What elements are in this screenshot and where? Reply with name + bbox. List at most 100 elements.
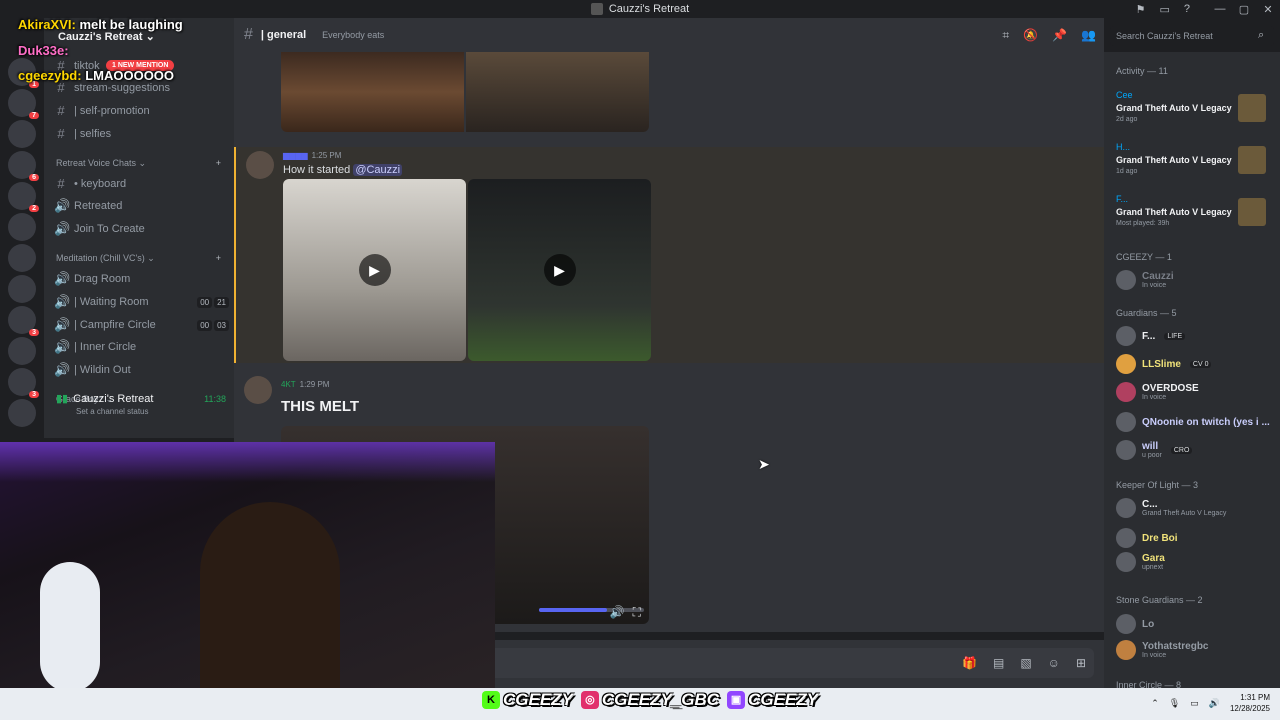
channel-campfire-circle[interactable]: 🔊 | Campfire Circle 00 03 [54,317,229,333]
activity-card[interactable]: Cee Grand Theft Auto V Legacy 2d ago [1112,90,1272,136]
activity-card[interactable]: F... Grand Theft Auto V Legacy Most play… [1112,194,1272,240]
chevron-up-icon[interactable]: ⌃ [1151,698,1159,709]
server-icon[interactable]: 2 [8,182,39,212]
speaker-icon: 🔊 [54,294,71,309]
avatar[interactable] [246,151,274,179]
social-handles: K CGEEZY ◎ CGEEZY_GBC ▣ CGEEZY [482,690,818,710]
play-icon[interactable]: ▶ [543,254,576,286]
close-button[interactable]: ✕ [1256,3,1280,16]
member[interactable]: Gara upnext [1116,552,1276,572]
author-name[interactable]: 4KT [281,380,296,389]
display-icon[interactable]: ▭ [1190,698,1199,709]
member-list-icon[interactable]: 👥 [1081,28,1096,43]
server-icon [590,3,603,15]
chat-line: Duk33e: [18,43,69,58]
member[interactable]: F... LIFE [1116,326,1276,346]
channel-status[interactable]: Set a channel status [76,407,226,416]
member[interactable]: will u poor CRO [1116,440,1276,460]
window-controls: — ▢ ✕ [1208,0,1280,18]
search-input[interactable] [1110,26,1274,46]
member[interactable]: Dre Boi [1116,528,1276,548]
member[interactable]: LLSlime CV 0 [1116,354,1276,374]
image-attachment[interactable] [281,52,649,132]
author-name[interactable]: ▆▆▆▆ [283,151,308,160]
role-header: CGEEZY — 1 [1116,252,1172,262]
role-header: Keeper Of Light — 3 [1116,480,1199,490]
channel-wildin-out[interactable]: 🔊 | Wildin Out [54,362,229,378]
image[interactable] [466,52,649,132]
screen-icon[interactable]: ▭ [1159,3,1169,16]
chat-line: cgeezybd: LMAOOOOOO [18,68,175,83]
system-tray: ⌃ 🎙 ▭ 🔊 1:31 PM 12/28/2025 [1151,692,1270,714]
notification-bell-icon[interactable]: 🔕 [1023,28,1038,43]
speaker-icon[interactable]: 🔊 [1209,698,1220,709]
threads-icon[interactable]: ⌗ [1002,28,1009,43]
gif-icon[interactable]: ▤ [993,656,1004,670]
activity-card[interactable]: H... Grand Theft Auto V Legacy 1d ago [1112,142,1272,188]
user-mention[interactable]: @Cauzzi [353,164,403,176]
role-header: Guardians — 5 [1116,308,1177,318]
category-meditation[interactable]: Meditation (Chill VC's) ⌄ + [56,253,221,264]
composer-tools: 🎁 ▤ ▧ ☺ ⊞ [962,656,1086,670]
image[interactable] [281,52,464,132]
maximize-button[interactable]: ▢ [1232,3,1256,16]
microphone-icon[interactable]: 🎙 [1169,698,1180,709]
apps-icon[interactable]: ⊞ [1076,656,1086,670]
server-icon[interactable] [8,275,36,303]
server-icon[interactable] [8,399,36,427]
help-icon[interactable]: ? [1184,3,1190,15]
kick-handle: K CGEEZY [482,690,573,710]
game-icon [1238,198,1266,226]
category-voice[interactable]: Retreat Voice Chats ⌄ + [56,158,221,169]
server-icon[interactable] [8,244,36,272]
avatar [1116,498,1136,518]
channel-retreated[interactable]: 🔊 Retreated [54,198,229,214]
server-icon[interactable]: 3 [8,306,39,336]
unread-badge: 3 [29,329,39,336]
server-icon[interactable]: 6 [8,151,39,181]
avatar [1116,326,1136,346]
member-list: Activity — 11 Cee Grand Theft Auto V Leg… [1104,52,1280,688]
gift-icon[interactable]: 🎁 [962,656,977,670]
channel-waiting-room[interactable]: 🔊 | Waiting Room 00 21 [54,294,229,310]
minimize-button[interactable]: — [1208,3,1232,15]
channel-keyboard[interactable]: # • keyboard [54,176,229,191]
channel-self-promotion[interactable]: # | self-promotion [54,103,229,118]
avatar[interactable] [244,376,272,404]
channel-join-to-create[interactable]: 🔊 Join To Create [54,221,229,237]
led-light [0,442,495,482]
member[interactable]: Yothatstregbc In voice [1116,640,1276,660]
video-attachment[interactable]: ▶ [468,179,651,361]
channel-drag-room[interactable]: 🔊 Drag Room [54,271,229,287]
add-channel-icon[interactable]: + [216,253,221,264]
game-icon [1238,146,1266,174]
server-icon[interactable]: 3 [8,368,39,398]
pin-icon[interactable]: 📌 [1052,28,1067,43]
member[interactable]: Cauzzi In voice [1116,270,1276,290]
member[interactable]: Lo [1116,614,1276,634]
video-attachment[interactable]: ▶ [283,179,466,361]
member[interactable]: QNoonie on twitch (yes i ... [1116,412,1276,432]
member[interactable]: OVERDOSE In voice [1116,382,1276,402]
avatar [1116,382,1136,402]
speaker-icon: 🔊 [54,362,71,377]
sticker-icon[interactable]: ▧ [1020,656,1031,670]
server-icon[interactable] [8,213,36,241]
clock[interactable]: 1:31 PM 12/28/2025 [1230,692,1270,714]
hash-icon: # [57,126,65,141]
play-icon[interactable]: ▶ [358,254,391,286]
emoji-icon[interactable]: ☺ [1048,656,1060,670]
inbox-icon[interactable]: ⚑ [1136,3,1146,16]
server-icon[interactable] [8,337,36,365]
fullscreen-icon[interactable]: ⛶ [633,605,641,620]
speaker-icon: 🔊 [54,317,71,332]
server-icon[interactable]: 7 [8,89,39,119]
member[interactable]: C... Grand Theft Auto V Legacy [1116,498,1276,518]
connected-voice-channel[interactable]: ▮▮ Cauzzi's Retreat 11:38 Set a channel st… [56,392,226,417]
volume-icon[interactable]: 🔊 [610,605,625,620]
channel-inner-circle[interactable]: 🔊 | Inner Circle [54,339,229,355]
channel-topic[interactable]: Everybody eats [322,30,384,40]
channel-selfies[interactable]: # | selfies [54,126,229,141]
add-channel-icon[interactable]: + [216,158,221,169]
server-icon[interactable] [8,120,36,148]
